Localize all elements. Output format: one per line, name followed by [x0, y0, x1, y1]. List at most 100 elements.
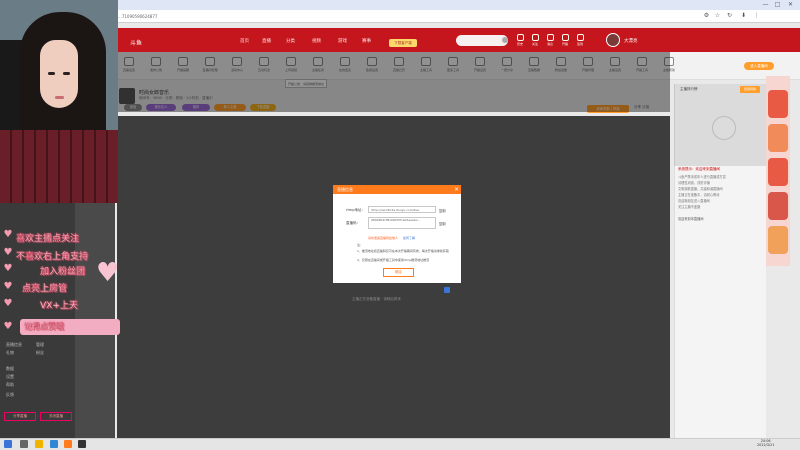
overlay-sticker-text: VX+上天: [40, 301, 78, 311]
gift-icon[interactable]: [768, 90, 788, 118]
sidebar-item[interactable]: 管理: [36, 342, 44, 348]
nav-category[interactable]: 分类: [286, 38, 295, 44]
reload-icon[interactable]: ↻: [726, 12, 733, 19]
obs-icon[interactable]: [78, 440, 86, 448]
gift-icon[interactable]: [768, 226, 788, 254]
close-window-icon[interactable]: ✕: [787, 1, 794, 8]
chat-system-message: 系统提示：欢迎来到直播间: [678, 167, 720, 171]
download-icon[interactable]: ⬇: [740, 12, 747, 19]
nav-video[interactable]: 视频: [312, 38, 321, 44]
site-logo[interactable]: 斗鱼: [130, 38, 142, 47]
sidebar-item[interactable]: 数据: [6, 366, 14, 372]
tab-ranking[interactable]: 主播排行榜: [680, 87, 698, 92]
copy-rtmp-button[interactable]: 复制: [439, 208, 446, 213]
heart-icon: ♥: [3, 281, 13, 292]
douyu-icon[interactable]: [64, 440, 72, 448]
overlay-sticker-text: 喜欢主播点关注: [16, 234, 80, 244]
stream-key-field[interactable]: 9890802rP8vbRhM7re0deeabo...: [368, 217, 436, 229]
chat-message: 关注主播不迷路: [678, 205, 701, 209]
rtmp-label: rtmp地址：: [346, 208, 365, 212]
history-button[interactable]: 历史: [515, 34, 525, 46]
dialog-title: 直播信息: [337, 187, 353, 192]
sidebar-item[interactable]: 设置: [6, 374, 14, 380]
edge-icon[interactable]: [50, 440, 58, 448]
start-icon[interactable]: [4, 440, 12, 448]
close-live-button[interactable]: 关闭直播: [40, 412, 72, 421]
user-name[interactable]: 大漂亮: [624, 38, 638, 44]
taskbar: [0, 438, 800, 450]
webcam-lips: [55, 96, 64, 99]
rank-avatar: [712, 116, 736, 140]
stream-key-label: 直播码：: [346, 221, 360, 225]
note-item: 2、仅限在直播间或开播工具中使用rtmp推流地址推流: [357, 258, 430, 262]
more-icon[interactable]: ⋮: [753, 12, 760, 19]
copy-stream-key-button[interactable]: 复制: [439, 221, 446, 226]
search-icon[interactable]: [502, 37, 508, 43]
url-text[interactable]: ...71090590624877: [118, 14, 157, 19]
weekly-rank-button[interactable]: 贡献周榜: [740, 86, 760, 93]
sidebar-item[interactable]: 反馈: [6, 392, 14, 398]
message-button[interactable]: 消息: [545, 34, 555, 46]
close-icon[interactable]: ×: [453, 185, 460, 194]
nav-live[interactable]: 直播: [262, 38, 271, 44]
big-heart-icon: ♥: [96, 258, 120, 288]
system-clock[interactable]: 20:06 2022/3/21: [757, 439, 774, 447]
start-live-button[interactable]: 开播: [560, 34, 570, 46]
avatar[interactable]: [606, 33, 620, 47]
search-icon[interactable]: [20, 440, 28, 448]
enter-room-button[interactable]: 进入直播间: [744, 62, 774, 70]
download-client-badge[interactable]: 下载客户端: [389, 39, 417, 47]
gift-icon[interactable]: [768, 158, 788, 186]
explorer-icon[interactable]: [35, 440, 43, 448]
webcam-overlay: [0, 0, 118, 203]
address-bar[interactable]: ...71090590624877: [0, 10, 800, 23]
warning-text: 请勿泄露直播码给他人: [368, 236, 399, 240]
note-title: 注：: [357, 243, 364, 247]
webcam-eye: [48, 72, 55, 75]
heart-icon: ♥: [3, 321, 13, 332]
camera-icon: [561, 34, 569, 41]
message-icon: [546, 34, 554, 41]
webcam-eye: [63, 72, 70, 75]
sidebar-item[interactable]: 礼物: [6, 350, 14, 356]
sidebar-item[interactable]: 帮助: [6, 382, 14, 388]
heart-icon: ♥: [3, 298, 13, 309]
gift-icon[interactable]: [768, 192, 788, 220]
heart-icon: [531, 34, 539, 41]
gift-icon[interactable]: [768, 124, 788, 152]
chat-message: 欢迎来到本直播间: [678, 217, 704, 221]
chat-message: 斗鱼严禁未成年人进行直播或打赏: [678, 175, 726, 179]
heart-icon: ♥: [3, 263, 13, 274]
browser-tab-bar: [0, 0, 800, 10]
chat-message: 文明观看直播，共建和谐直播间: [678, 187, 723, 191]
chat-message: 请理性消费，谨防诈骗: [678, 181, 710, 185]
maximize-icon[interactable]: □: [774, 1, 781, 8]
share-live-button[interactable]: 分享直播: [4, 412, 36, 421]
overlay-sticker-text: 记得点赞哦: [24, 322, 64, 331]
webcam-jacket-pattern: [0, 130, 118, 203]
minimize-icon[interactable]: —: [762, 1, 769, 8]
confirm-button[interactable]: 确定: [383, 268, 414, 277]
nav-home[interactable]: 首页: [240, 38, 249, 44]
nav-games[interactable]: 游戏: [338, 38, 347, 44]
extension-icon[interactable]: ⚙: [703, 12, 710, 19]
modal-backdrop: [115, 52, 670, 112]
player-status-text: 主播正在准备直播 · 请稍后再来: [352, 297, 401, 301]
help-link[interactable]: 如何了解: [403, 236, 415, 240]
checkin-button[interactable]: 签到: [575, 34, 585, 46]
heart-icon: ♥: [3, 247, 13, 258]
chat-message: 主播正在准备中，请耐心等待: [678, 193, 720, 197]
history-icon: [516, 34, 524, 41]
cursor-icon: [444, 287, 450, 293]
overlay-sticker-text: 不喜欢右上角支持: [16, 252, 89, 262]
nav-events[interactable]: 赛事: [362, 38, 371, 44]
overlay-sticker-text: 加入粉丝团: [40, 267, 86, 277]
note-item: 1、推流地址和直播码仅可在本次开播期间有效，每次开播请重新获取: [357, 249, 449, 253]
sidebar-item[interactable]: 直播信息: [6, 342, 22, 348]
chat-message: 欢迎新朋友进入直播间: [678, 199, 710, 203]
site-search-input[interactable]: [456, 35, 508, 46]
sidebar-item[interactable]: 粉丝: [36, 350, 44, 356]
rtmp-url-field[interactable]: rtmp://sendtc3a.douyu.com/live: [368, 206, 436, 213]
follow-button[interactable]: 关注: [530, 34, 540, 46]
star-icon[interactable]: ☆: [714, 12, 721, 19]
